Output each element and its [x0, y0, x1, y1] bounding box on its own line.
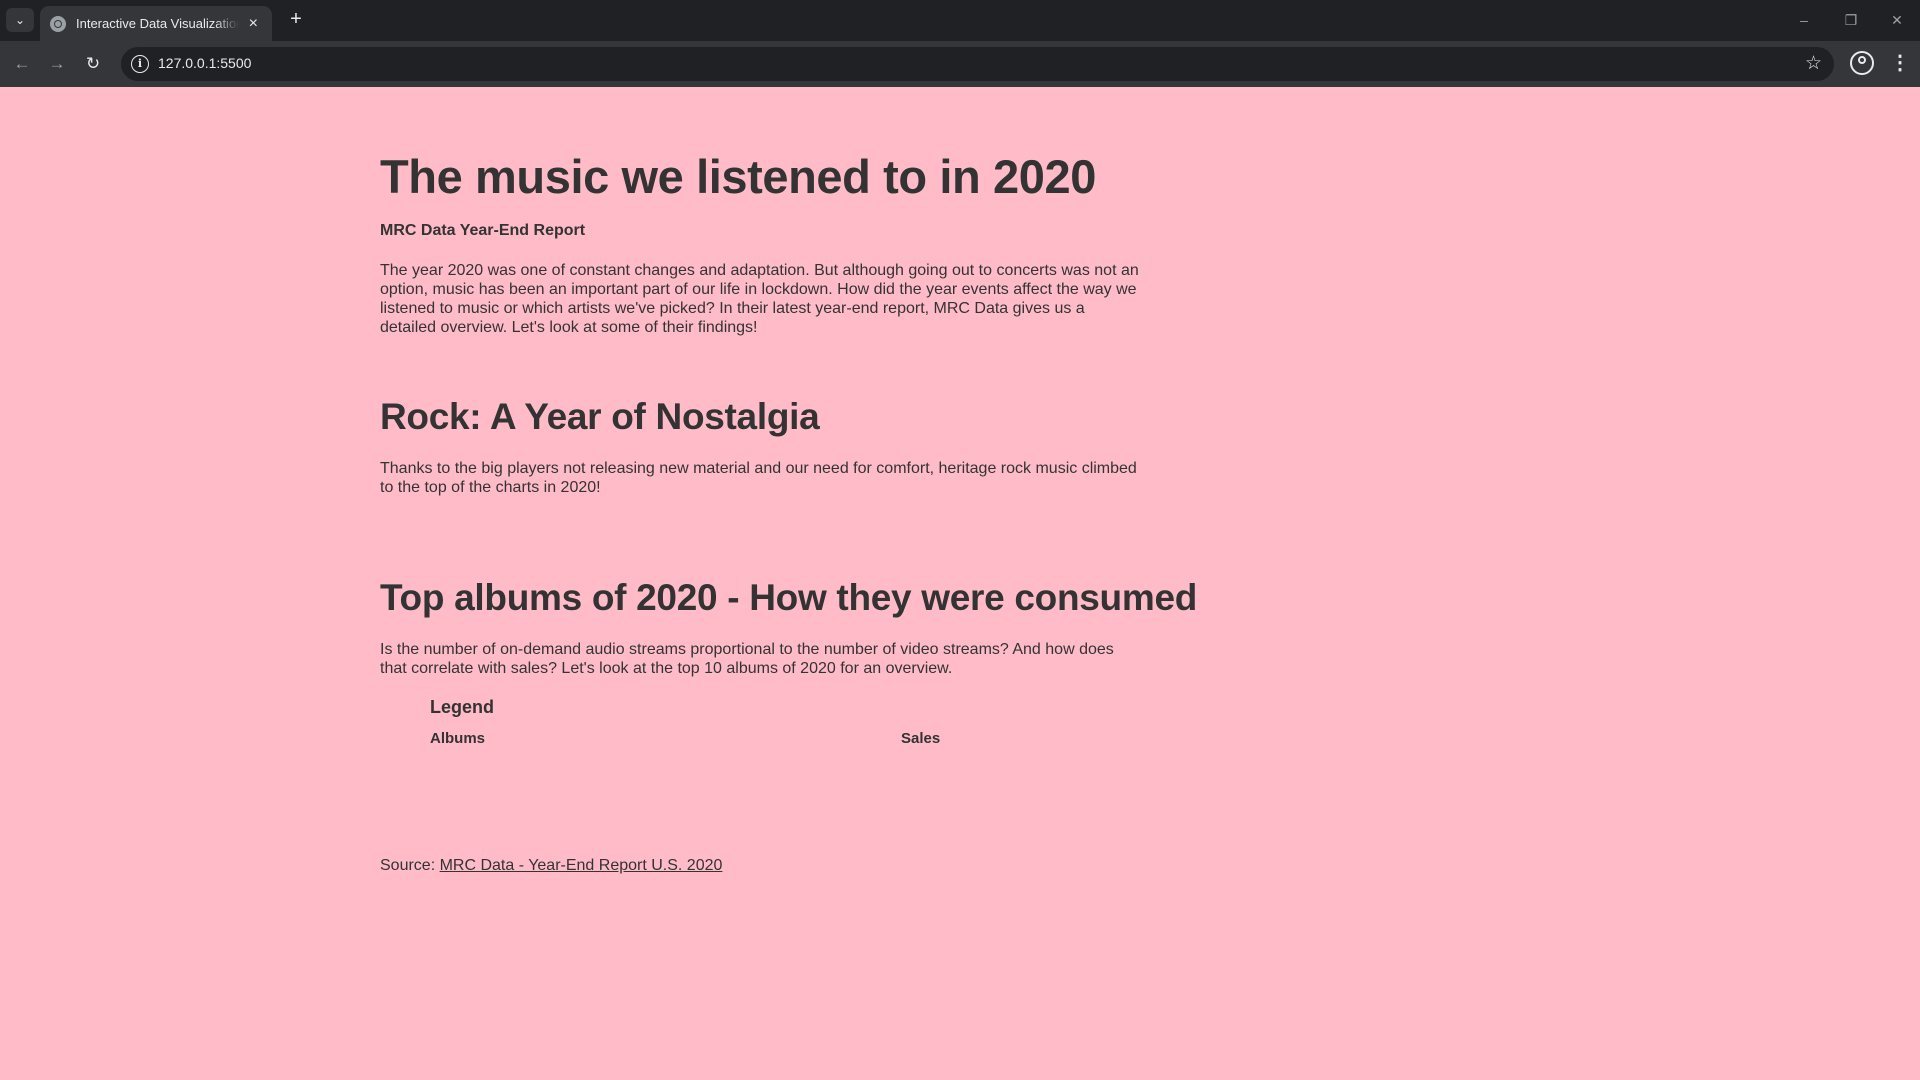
address-bar[interactable]: i 127.0.0.1:5500 ☆ [121, 47, 1834, 81]
close-window-icon[interactable]: ✕ [1882, 8, 1912, 32]
rock-paragraph: Thanks to the big players not releasing … [380, 460, 1137, 496]
restore-icon[interactable]: ❐ [1836, 8, 1866, 32]
page-subtitle: MRC Data Year-End Report [380, 222, 586, 239]
minimize-icon[interactable]: – [1789, 8, 1819, 32]
albums-paragraph: Is the number of on-demand audio streams… [380, 641, 1114, 677]
plus-icon[interactable]: + [282, 8, 310, 32]
tab-title: Interactive Data Visualization with D3 [76, 16, 239, 31]
arrow-left-icon[interactable]: ← [8, 50, 36, 78]
profile-icon[interactable] [1850, 51, 1874, 75]
source-line: Source: MRC Data - Year-End Report U.S. … [380, 857, 722, 875]
close-icon[interactable]: × [245, 15, 262, 33]
source-link[interactable]: MRC Data - Year-End Report U.S. 2020 [440, 857, 723, 874]
arrow-right-icon[interactable]: → [43, 50, 71, 78]
star-icon[interactable]: ☆ [1805, 52, 1822, 75]
legend-sales-label: Sales [901, 730, 941, 747]
source-label: Source: [380, 857, 436, 874]
info-icon[interactable]: i [131, 55, 149, 73]
browser-tab[interactable]: Interactive Data Visualization with D3 × [40, 6, 272, 41]
more-vert-icon[interactable]: ⋮ [1890, 50, 1910, 78]
rock-heading: Rock: A Year of Nostalgia [380, 396, 820, 437]
tab-strip: ⌄ Interactive Data Visualization with D3… [0, 0, 1920, 41]
legend-title: Legend [430, 697, 495, 717]
url-text[interactable]: 127.0.0.1:5500 [158, 55, 251, 71]
chevron-down-icon[interactable]: ⌄ [6, 8, 34, 32]
browser-chrome: ⌄ Interactive Data Visualization with D3… [0, 0, 1920, 87]
intro-paragraph: The year 2020 was one of constant change… [380, 262, 1139, 336]
legend-albums-label: Albums [430, 730, 486, 747]
reload-icon[interactable]: ↻ [79, 50, 107, 78]
browser-toolbar: ← → ↻ i 127.0.0.1:5500 ☆ ⋮ [0, 41, 1920, 87]
globe-icon [50, 15, 66, 32]
albums-heading: Top albums of 2020 - How they were consu… [380, 577, 1198, 618]
page-title: The music we listened to in 2020 [380, 150, 1096, 203]
